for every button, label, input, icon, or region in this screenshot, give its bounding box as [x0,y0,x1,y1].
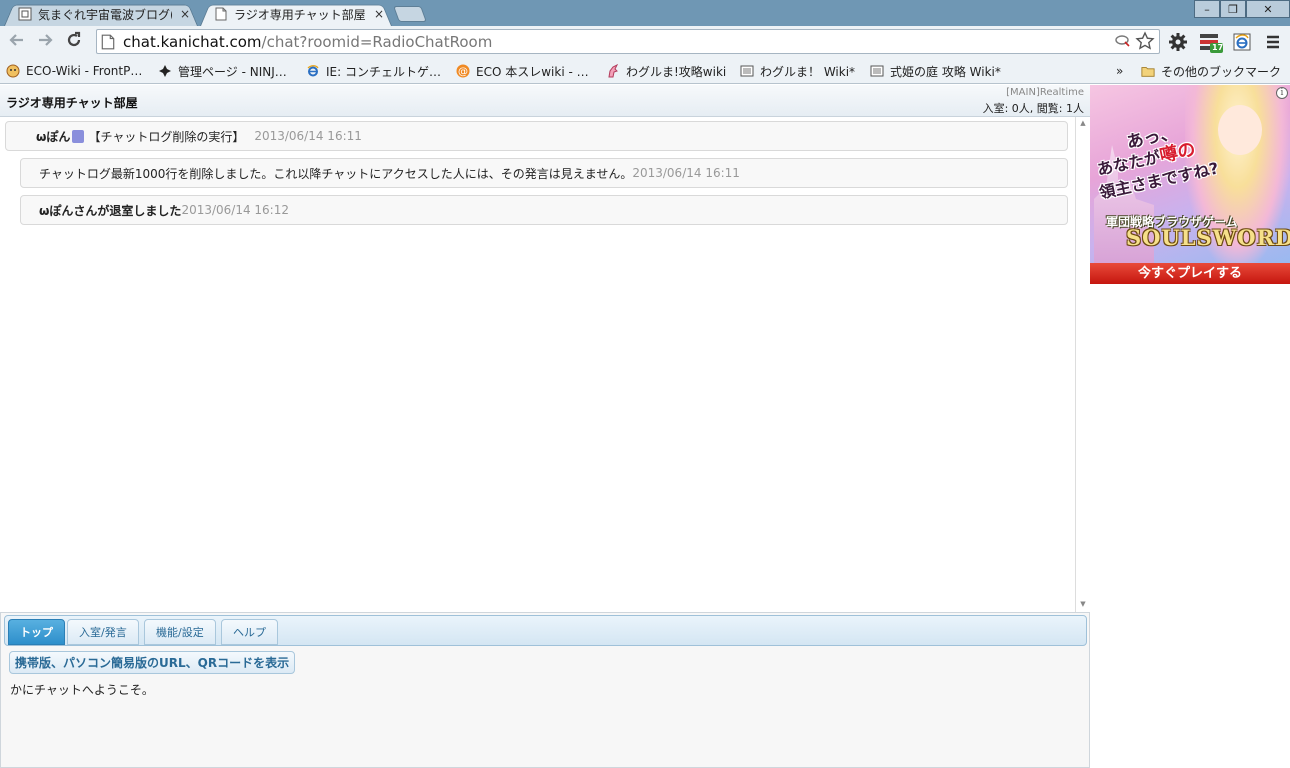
ad-info-icon[interactable]: i [1276,87,1288,99]
tab-features-settings[interactable]: 機能/設定 [144,619,216,645]
url-host: chat.kanichat.com [123,32,262,51]
bookmark-label: IE: コンチェルトゲ… [326,64,441,79]
ie-icon [306,64,320,78]
chat-message: ωぽん 【チャットログ削除の実行】 2013/06/14 16:11 [5,121,1068,151]
show-mobile-url-qr-button[interactable]: 携帯版、パソコン簡易版のURL、QRコードを表示 [9,651,296,674]
address-bar[interactable]: chat.kanichat.com/chat?roomid=RadioChatR… [96,29,1160,54]
message-time: 2013/06/14 16:11 [254,129,362,143]
minimize-button[interactable]: – [1194,0,1220,18]
restore-button[interactable]: ❐ [1220,0,1246,18]
bookmark-label: わグルま！ Wiki* [760,64,856,79]
unicorn-icon [606,64,620,78]
room-title: ラジオ専用チャット部屋 [6,96,138,110]
message-user[interactable]: ωぽん [36,128,70,145]
gear-icon[interactable] [1167,31,1189,53]
bookmarks-bar: ECO-Wiki - FrontP… 管理ページ - NINJ… IE: コンチ… [0,58,1290,84]
translate-icon[interactable] [1115,32,1131,51]
forward-button[interactable] [34,31,56,53]
bookmark-star-icon[interactable] [1135,31,1155,55]
tab-top[interactable]: トップ [8,619,65,645]
scroll-down-arrow-icon[interactable]: ▼ [1077,600,1089,610]
page-content: ラジオ専用チャット部屋 [MAIN]Realtime 入室: 0人, 閲覧: 1… [0,85,1290,768]
room-mode: [MAIN]Realtime [1006,87,1084,98]
tab-title: 気まぐれ宇宙電波ブログ( [38,7,172,22]
window-controls: – ❐ ✕ [1194,0,1290,18]
bookmark-label: ECO-Wiki - FrontP… [26,64,143,78]
close-icon[interactable]: × [178,7,192,21]
other-bookmarks-folder[interactable]: その他のブックマーク [1141,62,1281,80]
url-path: /chat?roomid=RadioChatRoom [261,32,493,51]
scroll-up-arrow-icon[interactable]: ▲ [1077,119,1089,129]
ninja-icon [158,64,172,78]
play-now-button[interactable]: 今すぐプレイする [1090,263,1290,284]
bookmark-label: その他のブックマーク [1161,64,1282,79]
chat-log-scrollbar[interactable]: ▲ ▼ [1075,117,1089,612]
advertisement-banner[interactable]: あっ、 あなたが噂の 領主さまですね? 軍団戦略ブラウザゲーム SOULSWOR… [1090,85,1290,284]
bookmark-label: 式姫の庭 攻略 Wiki* [890,64,1001,79]
bookmarks-overflow-button[interactable]: » [1116,62,1123,80]
bookmark-item[interactable]: 式姫の庭 攻略 Wiki* [870,62,1001,80]
message-text: チャットログ最新1000行を削除しました。これ以降チャットにアクセスした人には、… [39,166,633,181]
bookmark-label: ECO 本スレwiki - … [476,64,589,79]
room-occupancy: 入室: 0人, 閲覧: 1人 [982,102,1084,115]
chat-message: チャットログ最新1000行を削除しました。これ以降チャットにアクセスした人には、… [20,158,1068,188]
message-text: 【チャットログ削除の実行】 [88,129,245,144]
browser-tab-strip: 気まぐれ宇宙電波ブログ( × ラジオ専用チャット部屋 × – ❐ ✕ [0,0,1290,26]
game-logo: SOULSWORD [1126,225,1290,250]
back-arrow-icon [9,34,23,46]
message-text: ωぽんさんが退室しました [39,203,182,218]
back-button[interactable] [6,31,28,53]
bookmark-label: わグルま!攻略wiki [626,64,727,79]
wiki-icon [870,64,884,78]
message-time: 2013/06/14 16:11 [632,166,740,180]
welcome-text: かにチャットへようこそ。 [10,683,154,697]
page-icon [214,7,228,21]
panel-tab-bar: トップ 入室/発言 機能/設定 ヘルプ [4,615,1087,646]
reload-button[interactable] [63,31,85,53]
tab-enter-speak[interactable]: 入室/発言 [67,619,139,645]
window-close-button[interactable]: ✕ [1246,0,1290,18]
ie-tab-icon[interactable] [1231,31,1253,53]
bookmark-item[interactable]: IE: コンチェルトゲ… [306,62,441,80]
extension-badge-count: 17 [1212,43,1224,52]
bookmark-label: 管理ページ - NINJ… [178,64,287,79]
room-header: ラジオ専用チャット部屋 [MAIN]Realtime 入室: 0人, 閲覧: 1… [0,85,1090,117]
control-panel: トップ 入室/発言 機能/設定 ヘルプ 携帯版、パソコン簡易版のURL、QRコー… [0,612,1090,768]
browser-tab-chat[interactable]: ラジオ専用チャット部屋 × [200,2,392,26]
menu-icon[interactable] [1262,31,1284,53]
bookmark-item[interactable]: ECO-Wiki - FrontP… [6,62,142,80]
folder-icon [1141,64,1155,78]
new-tab-button[interactable] [393,6,427,22]
browser-tab-blog[interactable]: 気まぐれ宇宙電波ブログ( × [4,2,198,26]
bookmark-favicon-icon [6,64,20,78]
extension-badge-icon[interactable]: 17 [1198,31,1224,53]
user-color-swatch [72,129,85,143]
browser-toolbar: chat.kanichat.com/chat?roomid=RadioChatR… [0,26,1290,58]
reload-icon [67,31,81,47]
blog-favicon-icon [18,7,32,21]
page-icon [101,34,115,49]
message-time: 2013/06/14 16:12 [181,203,289,217]
at-icon: @ [456,64,470,78]
svg-text:@: @ [458,67,468,78]
bookmark-item[interactable]: わグルま!攻略wiki [606,62,726,80]
wiki-icon [740,64,754,78]
bookmark-item[interactable]: @ ECO 本スレwiki - … [456,62,589,80]
bookmark-item[interactable]: 管理ページ - NINJ… [158,62,287,80]
chat-log: ωぽん 【チャットログ削除の実行】 2013/06/14 16:11 チャットロ… [0,117,1075,612]
chat-message: ωぽんさんが退室しました 2013/06/14 16:12 [20,195,1068,225]
tab-help[interactable]: ヘルプ [221,619,278,645]
bookmark-item[interactable]: わグルま！ Wiki* [740,62,855,80]
forward-arrow-icon [39,34,53,46]
character-face [1218,105,1262,155]
close-icon[interactable]: × [372,7,386,21]
tab-title: ラジオ専用チャット部屋 [234,7,366,22]
